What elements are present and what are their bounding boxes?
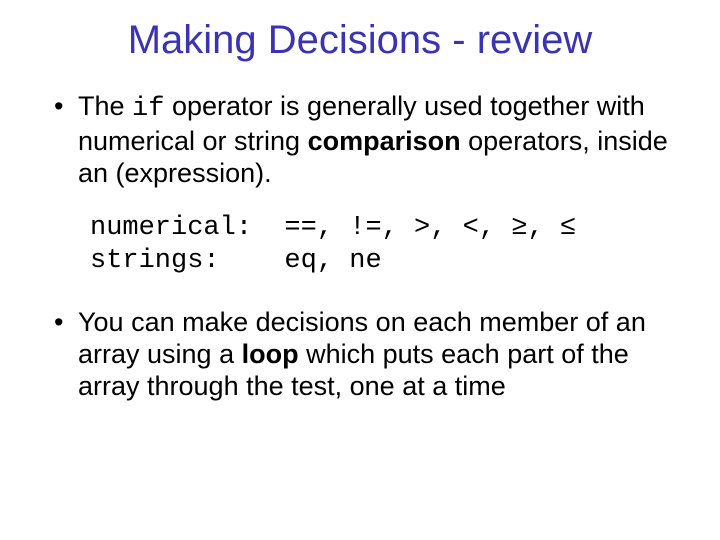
bold-comparison: comparison: [308, 126, 461, 156]
bullet-list: The if operator is generally used togeth…: [50, 91, 670, 190]
slide-title: Making Decisions - review: [50, 18, 670, 63]
code-keyword-if: if: [132, 94, 164, 124]
bullet-item-2: You can make decisions on each member of…: [50, 307, 670, 403]
bullet-list-2: You can make decisions on each member of…: [50, 307, 670, 403]
bullet-item-1: The if operator is generally used togeth…: [50, 91, 670, 190]
text-fragment: The: [78, 91, 132, 121]
slide: Making Decisions - review The if operato…: [0, 0, 720, 540]
bold-loop: loop: [242, 339, 299, 369]
code-line-strings: strings: eq, ne: [90, 246, 382, 276]
code-block: numerical: ==, !=, >, <, ≥, ≤ strings: e…: [90, 212, 670, 280]
code-line-numerical: numerical: ==, !=, >, <, ≥, ≤: [90, 213, 576, 243]
